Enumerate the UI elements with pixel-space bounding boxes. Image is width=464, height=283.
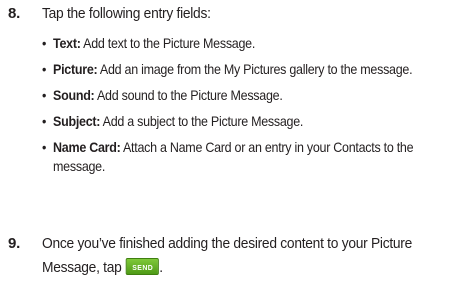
list-item-sound: • Sound: Add sound to the Picture Message…	[42, 86, 447, 105]
step-text: Once you’ve finished adding the desired …	[42, 232, 464, 280]
field-description: Add text to the Picture Message.	[80, 36, 256, 51]
step-number: 9.	[8, 235, 21, 252]
field-term: Sound:	[53, 88, 95, 103]
bullet-icon: •	[42, 88, 47, 103]
field-term: Text	[53, 36, 77, 51]
step-text-before: Once you’ve finished adding the desired …	[42, 235, 413, 276]
field-description: Add sound to the Picture Message.	[94, 88, 283, 103]
bullet-icon: •	[42, 140, 47, 155]
list-item-subject: • Subject: Add a subject to the Picture M…	[42, 112, 447, 131]
step-number: 8.	[8, 5, 21, 22]
field-description: Add a subject to the Picture Message.	[100, 114, 304, 129]
instruction-page: 8. Tap the following entry fields: • Text…	[0, 0, 464, 283]
list-item-picture: • Picture: Add an image from the My Pictu…	[42, 60, 447, 79]
step-text-after: .	[159, 259, 163, 276]
list-item-text: • Text: Add text to the Picture Message.	[42, 34, 447, 53]
field-description: Add an image from the My Pictures galler…	[97, 62, 413, 77]
field-term: Picture	[53, 62, 94, 77]
bullet-icon: •	[42, 62, 47, 77]
list-item-name-card: • Name Card: Attach a Name Card or an ent…	[42, 138, 447, 176]
bullet-icon: •	[42, 36, 47, 51]
field-term: Subject	[53, 114, 97, 129]
entry-fields-list: • Text: Add text to the Picture Message. …	[42, 34, 464, 183]
send-button[interactable]: SEND	[126, 258, 160, 276]
field-term: Name Card	[53, 140, 117, 155]
bullet-icon: •	[42, 114, 47, 129]
step-text: Tap the following entry fields:	[42, 5, 211, 22]
